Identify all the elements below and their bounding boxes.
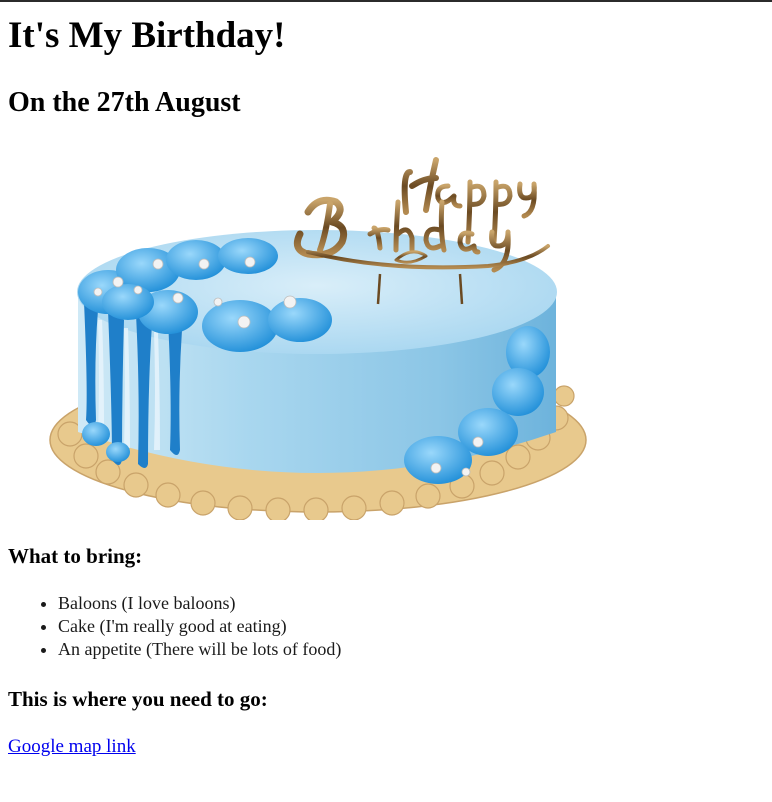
happy-birthday-topper (293, 157, 550, 273)
list-item: Cake (I'm really good at eating) (58, 615, 341, 638)
list-item: Baloons (I love baloons) (58, 592, 341, 615)
directions-heading: This is where you need to go: (8, 687, 268, 711)
page-subtitle: On the 27th August (8, 87, 241, 118)
top-border (0, 0, 772, 2)
birthday-cake-image (8, 142, 632, 520)
page-title: It's My Birthday! (8, 15, 286, 56)
list-item: An appetite (There will be lots of food) (58, 638, 341, 661)
google-map-link[interactable]: Google map link (8, 735, 136, 759)
bring-list: Baloons (I love baloons) Cake (I'm reall… (8, 592, 341, 661)
what-to-bring-heading: What to bring: (8, 544, 143, 568)
